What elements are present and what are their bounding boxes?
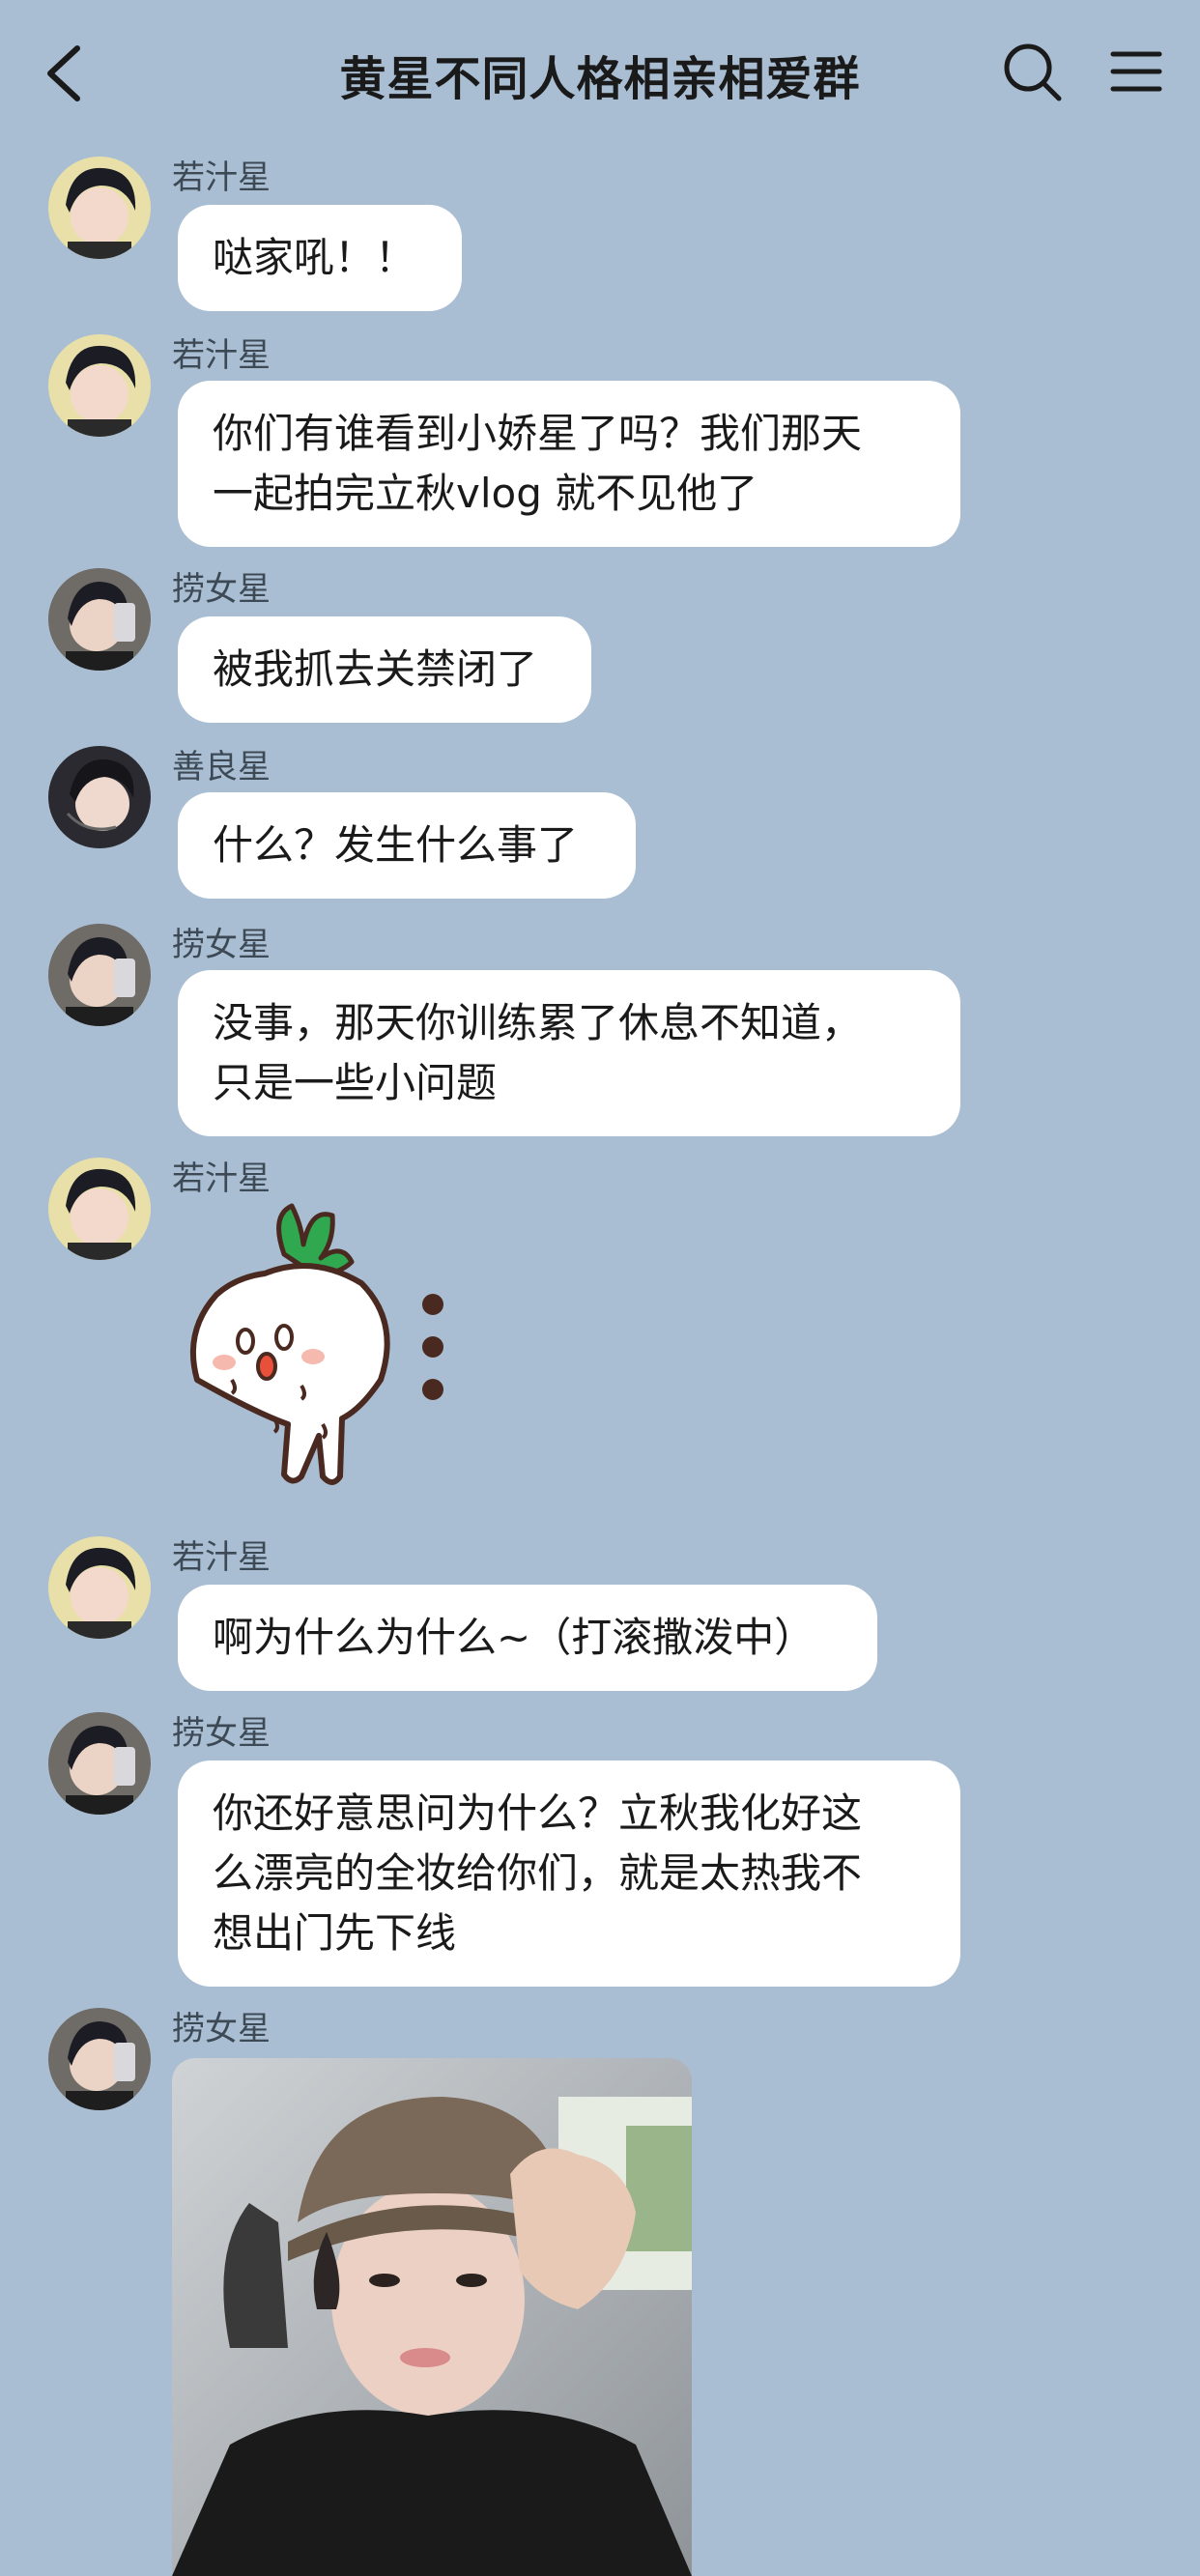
message-sender: 善良星 bbox=[172, 748, 271, 787]
avatar-laonvxing[interactable] bbox=[48, 924, 151, 1026]
menu-button[interactable] bbox=[1107, 43, 1165, 100]
avatar-ruozhixing[interactable] bbox=[48, 334, 151, 437]
message-text: 想出门先下线 bbox=[213, 1909, 457, 1957]
message-bubble[interactable]: 没事，那天你训练累了休息不知道， 只是一些小问题 bbox=[178, 970, 960, 1136]
message-text: 你们有谁看到小娇星了吗？我们那天 bbox=[213, 410, 863, 457]
chat-header: 黄星不同人格相亲相爱群 bbox=[0, 0, 1200, 145]
message-text: 一起拍完立秋vlog 就不见他了 bbox=[213, 470, 758, 517]
message-bubble[interactable]: 被我抓去关禁闭了 bbox=[178, 616, 591, 723]
message-text: 没事，那天你训练累了休息不知道， bbox=[213, 999, 863, 1046]
message-sender: 捞女星 bbox=[172, 926, 271, 964]
message-text: 么漂亮的全妆给你们，就是太热我不 bbox=[213, 1849, 863, 1897]
avatar-laonvxing[interactable] bbox=[48, 568, 151, 671]
message-text: 被我抓去关禁闭了 bbox=[213, 645, 538, 693]
message-text: 什么？发生什么事了 bbox=[213, 821, 579, 869]
message-bubble[interactable]: 你还好意思问为什么？立秋我化好这 么漂亮的全妆给你们，就是太热我不 想出门先下线 bbox=[178, 1760, 960, 1987]
message-sender: 捞女星 bbox=[172, 1714, 271, 1753]
message-sender: 若汁星 bbox=[172, 1538, 271, 1577]
message-sender: 捞女星 bbox=[172, 2010, 271, 2048]
message-bubble[interactable]: 你们有谁看到小娇星了吗？我们那天 一起拍完立秋vlog 就不见他了 bbox=[178, 381, 960, 547]
avatar-laonvxing[interactable] bbox=[48, 2008, 151, 2110]
back-button[interactable] bbox=[35, 35, 97, 112]
chat-title: 黄星不同人格相亲相爱群 bbox=[339, 52, 861, 106]
avatar-ruozhixing[interactable] bbox=[48, 1158, 151, 1260]
message-sender: 捞女星 bbox=[172, 570, 271, 609]
hamburger-menu-icon bbox=[1110, 51, 1162, 92]
avatar-ruozhixing[interactable] bbox=[48, 157, 151, 259]
avatar-shanliangxing[interactable] bbox=[48, 746, 151, 848]
message-sender: 若汁星 bbox=[172, 336, 271, 375]
search-icon bbox=[1004, 43, 1062, 101]
selfie-photo[interactable] bbox=[172, 2058, 692, 2576]
message-text: 哒家吼！！ bbox=[213, 234, 416, 281]
message-sender: 若汁星 bbox=[172, 158, 271, 197]
avatar-laonvxing[interactable] bbox=[48, 1712, 151, 1815]
message-bubble[interactable]: 哒家吼！！ bbox=[178, 205, 462, 311]
message-bubble[interactable]: 什么？发生什么事了 bbox=[178, 792, 636, 899]
search-button[interactable] bbox=[1001, 41, 1065, 104]
message-text: 啊为什么为什么~（打滚撒泼中） bbox=[213, 1614, 815, 1661]
message-text: 只是一些小问题 bbox=[213, 1059, 498, 1106]
chevron-left-icon bbox=[47, 45, 80, 101]
crying-radish-sticker[interactable] bbox=[178, 1187, 468, 1515]
message-text: 你还好意思问为什么？立秋我化好这 bbox=[213, 1789, 863, 1837]
avatar-ruozhixing[interactable] bbox=[48, 1536, 151, 1639]
message-bubble[interactable]: 啊为什么为什么~（打滚撒泼中） bbox=[178, 1585, 877, 1691]
